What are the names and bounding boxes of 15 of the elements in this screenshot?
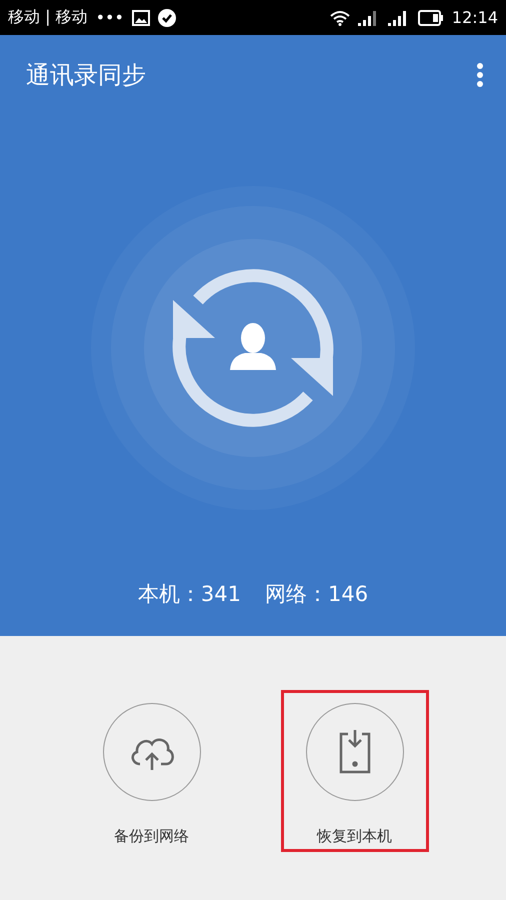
count-text: 网络：146 [265, 581, 368, 608]
battery-icon [418, 10, 444, 26]
app-title: 通讯录同步 [26, 60, 146, 91]
carrier-text: 移动 | 移动 [8, 7, 88, 28]
clock-text: 12:14 [452, 8, 498, 27]
image-icon [132, 10, 150, 26]
action-label: 备份到网络 [114, 827, 189, 846]
action-label: 恢复到本机 [317, 827, 392, 846]
more-notifications-text: ••• [96, 8, 124, 27]
check-circle-icon [158, 8, 176, 26]
backup-button[interactable]: 备份到网络 [78, 690, 226, 852]
wifi-icon [330, 10, 350, 26]
more-menu-icon[interactable] [476, 62, 484, 88]
count-text: 本机：341 [138, 581, 241, 608]
restore-button[interactable]: 恢复到本机 [280, 690, 428, 852]
